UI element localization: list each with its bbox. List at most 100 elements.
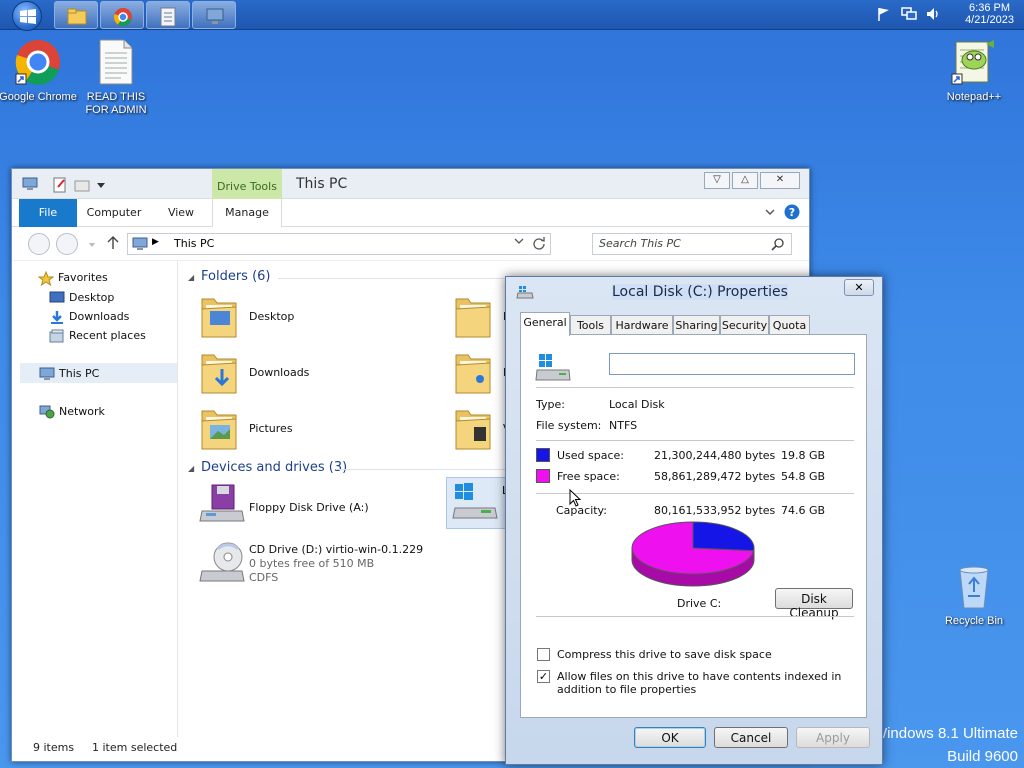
this-pc-icon[interactable] [192, 1, 236, 29]
tab-computer[interactable]: Computer [84, 199, 144, 227]
disk-cleanup-button[interactable]: Disk Cleanup [775, 588, 853, 620]
tab-hardware[interactable]: Hardware [611, 315, 673, 335]
maximize-button[interactable]: △ [732, 172, 758, 189]
folder-pictures[interactable]: Pictures [249, 422, 293, 435]
this-pc-icon [132, 237, 148, 254]
address-text: This PC [174, 237, 215, 250]
search-input[interactable]: Search This PC [592, 233, 792, 255]
nav-recent-places[interactable]: Recent places [49, 329, 146, 343]
index-label: Allow files on this drive to have conten… [557, 670, 842, 696]
network-globe-icon [39, 405, 55, 422]
refresh-icon[interactable] [532, 236, 546, 253]
tab-file[interactable]: File [19, 199, 77, 227]
tab-tools[interactable]: Tools [570, 315, 611, 335]
recent-locations-icon[interactable] [88, 238, 96, 252]
download-arrow-icon [49, 310, 65, 328]
tab-manage[interactable]: Manage [212, 199, 282, 227]
used-space-gb: 19.8 GB [781, 449, 826, 462]
up-arrow-icon[interactable] [107, 236, 119, 253]
tab-view[interactable]: View [158, 199, 204, 227]
notepad-icon[interactable] [146, 1, 190, 29]
desktop-icon-readme[interactable]: READ THIS FOR ADMIN [76, 38, 156, 117]
ribbon-tabs: File Computer View Manage ? [12, 199, 809, 227]
separator [536, 493, 854, 494]
nav-downloads[interactable]: Downloads [49, 310, 129, 324]
capacity-gb: 74.6 GB [781, 504, 826, 517]
collapse-folders-icon[interactable]: ◢ [188, 273, 194, 282]
drive-name-input[interactable] [609, 353, 855, 375]
ok-button[interactable]: OK [634, 727, 706, 748]
back-button[interactable] [28, 233, 50, 255]
taskbar-clock[interactable]: 6:36 PM 4/21/2023 [965, 2, 1014, 26]
folder-desktop[interactable]: Desktop [249, 310, 294, 323]
local-disk-icon [535, 353, 571, 386]
flag-icon[interactable] [876, 6, 892, 25]
os-watermark-line1: Windows 8.1 Ultimate [872, 725, 1018, 742]
used-space-label: Used space: [557, 449, 625, 462]
free-space-swatch [536, 469, 550, 483]
status-selected: 1 item selected [92, 741, 178, 754]
devices-group-header[interactable]: Devices and drives (3) [201, 460, 347, 475]
help-icon[interactable]: ? [784, 204, 800, 223]
dialog-close-button[interactable]: ✕ [844, 279, 874, 296]
folder-icon [200, 293, 238, 338]
separator [536, 616, 854, 617]
capacity-bytes: 80,161,533,952 bytes [654, 504, 776, 517]
nav-network[interactable]: Network [39, 405, 105, 419]
cd-drive-label[interactable]: CD Drive (D:) virtio-win-0.1.229 [249, 543, 423, 556]
windows-start-icon[interactable] [12, 1, 42, 31]
disk-usage-pie [631, 521, 755, 587]
apply-button[interactable]: Apply [796, 727, 870, 748]
cd-drive-free: 0 bytes free of 510 MB [249, 557, 375, 570]
properties-dialog[interactable]: Local Disk (C:) Properties ✕ General Too… [505, 276, 883, 765]
minimize-button[interactable]: ▽ [704, 172, 730, 189]
nav-label: Recent places [69, 329, 146, 342]
floppy-drive-icon [198, 483, 246, 528]
drive-small-icon [516, 285, 534, 302]
capacity-label: Capacity: [556, 504, 607, 517]
type-label: Type: [536, 398, 565, 411]
folder-downloads[interactable]: Downloads [249, 366, 309, 379]
ribbon-expand-icon[interactable] [764, 206, 776, 221]
collapse-devices-icon[interactable]: ◢ [188, 464, 194, 473]
cancel-button[interactable]: Cancel [714, 727, 788, 748]
notepadpp-icon [950, 38, 998, 88]
cd-drive-fs: CDFS [249, 571, 279, 584]
compress-checkbox[interactable] [537, 648, 550, 661]
nav-desktop[interactable]: Desktop [49, 291, 114, 304]
desktop-icon-chrome[interactable]: Google Chrome [0, 38, 78, 104]
chrome-icon [14, 38, 62, 88]
breadcrumb-arrow-icon[interactable]: ▶ [152, 237, 159, 247]
desktop-icon-notepadpp[interactable]: Notepad++ [934, 38, 1014, 104]
close-button[interactable]: ✕ [760, 172, 800, 189]
tab-quota[interactable]: Quota [769, 315, 810, 335]
volume-icon[interactable] [925, 6, 941, 25]
network-icon[interactable] [900, 6, 918, 25]
customize-qat-icon[interactable] [96, 179, 106, 193]
tab-sharing[interactable]: Sharing [673, 315, 720, 335]
free-space-gb: 54.8 GB [781, 470, 826, 483]
properties-icon[interactable] [52, 177, 68, 196]
explorer-titlebar[interactable]: Drive Tools This PC ▽ △ ✕ [12, 169, 809, 199]
address-dropdown-icon[interactable] [514, 236, 524, 249]
forward-button[interactable] [56, 233, 78, 255]
folder-icon [200, 349, 238, 394]
nav-favorites[interactable]: Favorites [37, 270, 108, 287]
new-folder-icon[interactable] [74, 177, 90, 196]
file-explorer-icon[interactable] [54, 1, 98, 29]
nav-this-pc[interactable]: This PC [39, 367, 99, 380]
address-box[interactable]: ▶ This PC [127, 233, 551, 255]
index-checkbox[interactable]: ✓ [537, 670, 550, 683]
pie-used-slice [692, 521, 755, 552]
search-icon [771, 237, 785, 254]
floppy-drive-label[interactable]: Floppy Disk Drive (A:) [249, 501, 369, 514]
desktop-icon-recycle-bin[interactable]: Recycle Bin [934, 562, 1014, 628]
document-icon [92, 38, 140, 88]
local-disk-tile-selected[interactable]: L [446, 477, 508, 529]
chrome-icon[interactable] [100, 1, 144, 29]
tab-security[interactable]: Security [720, 315, 769, 335]
folder-icon [200, 405, 238, 450]
folders-group-header[interactable]: Folders (6) [201, 269, 271, 284]
tab-general[interactable]: General [520, 312, 570, 336]
checkmark-icon: ✓ [538, 670, 549, 683]
